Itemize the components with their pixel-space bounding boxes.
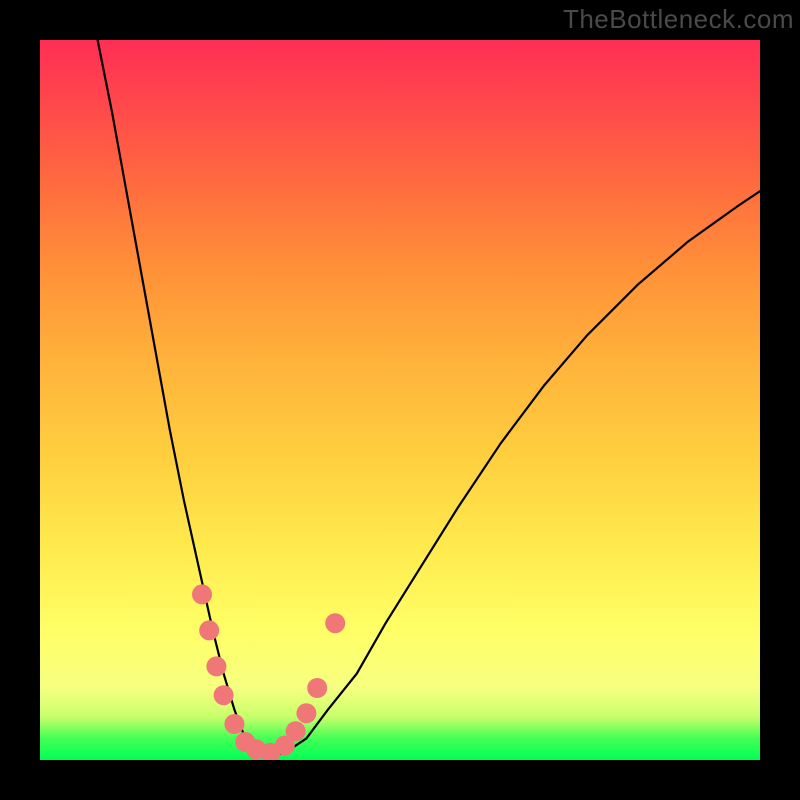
curve-marker — [224, 714, 244, 734]
curve-marker — [325, 613, 345, 633]
curve-svg — [40, 40, 760, 760]
bottleneck-curve-path — [98, 40, 760, 756]
curve-marker — [286, 721, 306, 741]
watermark-text: TheBottleneck.com — [563, 4, 794, 35]
plot-area — [40, 40, 760, 760]
curve-marker — [206, 656, 226, 676]
curve-marker — [192, 584, 212, 604]
curve-marker — [307, 678, 327, 698]
marker-group — [192, 584, 345, 760]
curve-marker — [296, 703, 316, 723]
chart-frame: TheBottleneck.com — [0, 0, 800, 800]
curve-marker — [199, 620, 219, 640]
curve-marker — [214, 685, 234, 705]
